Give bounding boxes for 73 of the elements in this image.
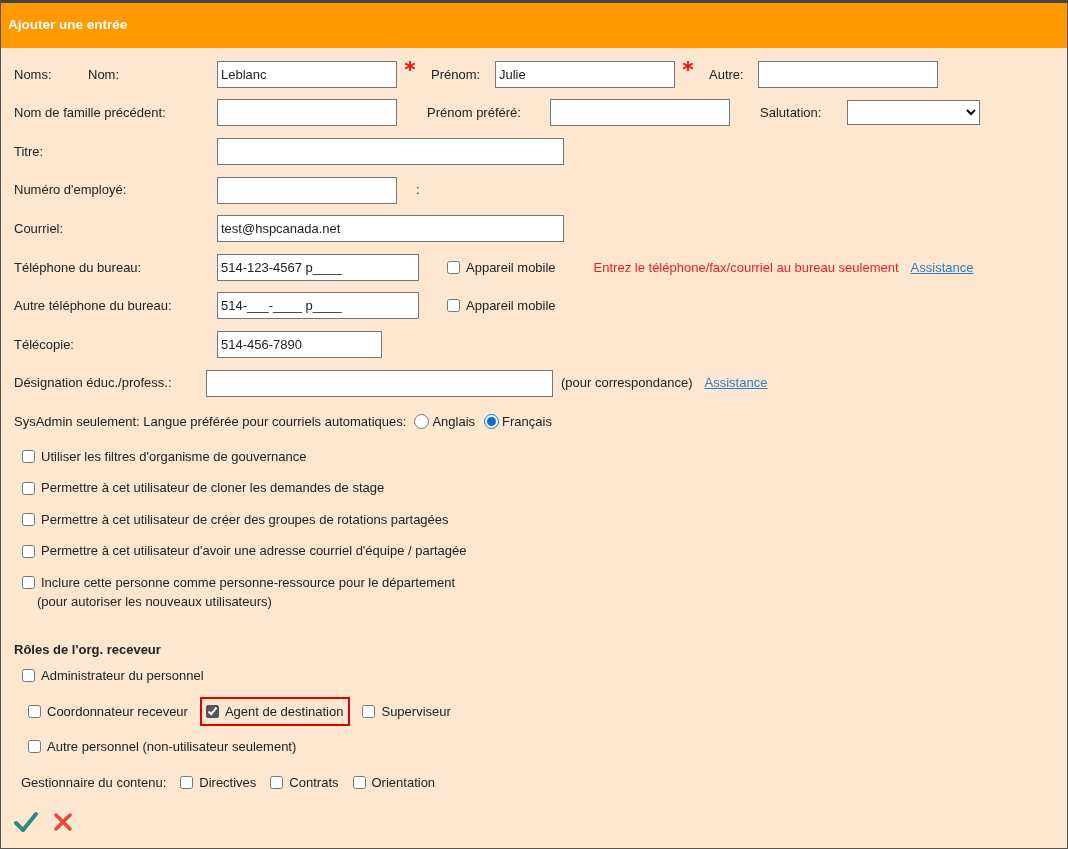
checkbox-label: Orientation: [371, 773, 436, 792]
note-text: (pour correspondance): [561, 374, 693, 393]
checkbox-label: Contrats: [289, 773, 339, 792]
checkbox[interactable]: [352, 775, 366, 789]
checkbox[interactable]: [447, 260, 460, 274]
checkbox[interactable]: [22, 576, 35, 590]
close-icon[interactable]: [54, 811, 72, 834]
note-text: :: [416, 181, 420, 200]
checkbox-label: Permettre à cet utilisateur de cloner les demandes de stage: [41, 479, 385, 498]
text-field[interactable]: [217, 138, 564, 165]
checkbox[interactable]: [180, 775, 194, 789]
checkbox[interactable]: [205, 704, 219, 718]
field-label: Numéro d'employé:: [14, 181, 128, 200]
checkbox[interactable]: [22, 450, 35, 464]
section-heading: Rôles de l'org. receveur: [14, 640, 162, 659]
window-title: Ajouter une entrée: [8, 16, 128, 35]
checkbox-label: Coordonnateur receveur: [47, 702, 188, 721]
checkbox[interactable]: [270, 775, 284, 789]
text-field[interactable]: [550, 99, 730, 127]
checkbox-label: Appareil mobile: [466, 297, 556, 316]
field-label: Autre téléphone du bureau:: [14, 297, 173, 316]
checkbox-label: Superviseur: [381, 702, 451, 721]
text-field[interactable]: [206, 369, 553, 397]
field-label: Salutation:: [760, 104, 823, 123]
checkbox-label: Appareil mobile: [466, 258, 556, 277]
select-field[interactable]: [847, 100, 980, 126]
checkbox-label: Autre personnel (non-utilisateur seulement): [47, 738, 297, 757]
checkbox-label: Utiliser les filtres d'organisme de gouvernance: [41, 447, 307, 466]
field-label: Courriel:: [14, 219, 65, 238]
text-field[interactable]: test@hspcanada.net: [217, 215, 564, 243]
field-label: Nom:: [88, 65, 121, 84]
checkbox-label: Administrateur du personnel: [41, 667, 204, 686]
radio-label: Français: [502, 412, 552, 431]
warning-text: Entrez le téléphone/fax/courriel au bureau seulement: [593, 258, 899, 277]
note-text: (pour autoriser les nouveaux utilisateurs): [36, 593, 272, 612]
checkmark-icon[interactable]: [14, 811, 38, 834]
field-label: SysAdmin seulement: Langue préférée pour courriels automatiques:: [14, 412, 407, 431]
text-field[interactable]: 514-456-7890: [217, 330, 382, 358]
checkbox-label: Permettre à cet utilisateur d'avoir une adresse courriel d'équipe / partagée: [41, 542, 467, 561]
field-label: Désignation éduc./profess.:: [14, 374, 173, 393]
checkbox-label: Inclure cette personne comme personne-ressource pour le département: [41, 573, 456, 592]
radio-label: Anglais: [432, 412, 476, 431]
field-label: Noms:: [14, 65, 53, 84]
help-link[interactable]: Assistance: [910, 257, 974, 277]
text-field[interactable]: 514-123-4567 p____: [217, 253, 419, 281]
field-label: Prénom:: [431, 65, 482, 84]
field-label: Télécopie:: [14, 335, 75, 354]
field-label: Téléphone du bureau:: [14, 258, 143, 277]
field-label: Titre:: [14, 142, 45, 161]
text-field[interactable]: 514-___-____ p____: [217, 292, 419, 320]
text-field[interactable]: [217, 99, 397, 127]
field-label: Prénom préféré:: [427, 104, 522, 123]
checkbox[interactable]: [22, 544, 35, 558]
field-label: Nom de famille précédent:: [14, 104, 167, 123]
checkbox[interactable]: [362, 704, 376, 718]
checkbox[interactable]: [22, 669, 35, 683]
checkbox[interactable]: [447, 299, 460, 313]
text-field[interactable]: [217, 176, 397, 204]
radio-button[interactable]: [414, 414, 430, 430]
text-field[interactable]: [758, 60, 938, 88]
field-label: Gestionnaire du contenu:: [21, 773, 167, 792]
checkbox[interactable]: [22, 513, 35, 527]
radio-button[interactable]: [484, 414, 500, 430]
text-field[interactable]: Julie: [495, 60, 675, 88]
checkbox-label: Directives: [199, 773, 257, 792]
checkbox[interactable]: [22, 481, 35, 495]
checkbox-label: Permettre à cet utilisateur de créer des groupes de rotations partagées: [41, 510, 449, 529]
text-field[interactable]: Leblanc: [217, 60, 397, 88]
checkbox[interactable]: [28, 740, 41, 754]
checkbox-label: Agent de destination: [224, 702, 344, 721]
checkbox[interactable]: [28, 704, 41, 718]
field-label: Autre:: [709, 65, 745, 84]
help-link[interactable]: Assistance: [704, 373, 768, 393]
